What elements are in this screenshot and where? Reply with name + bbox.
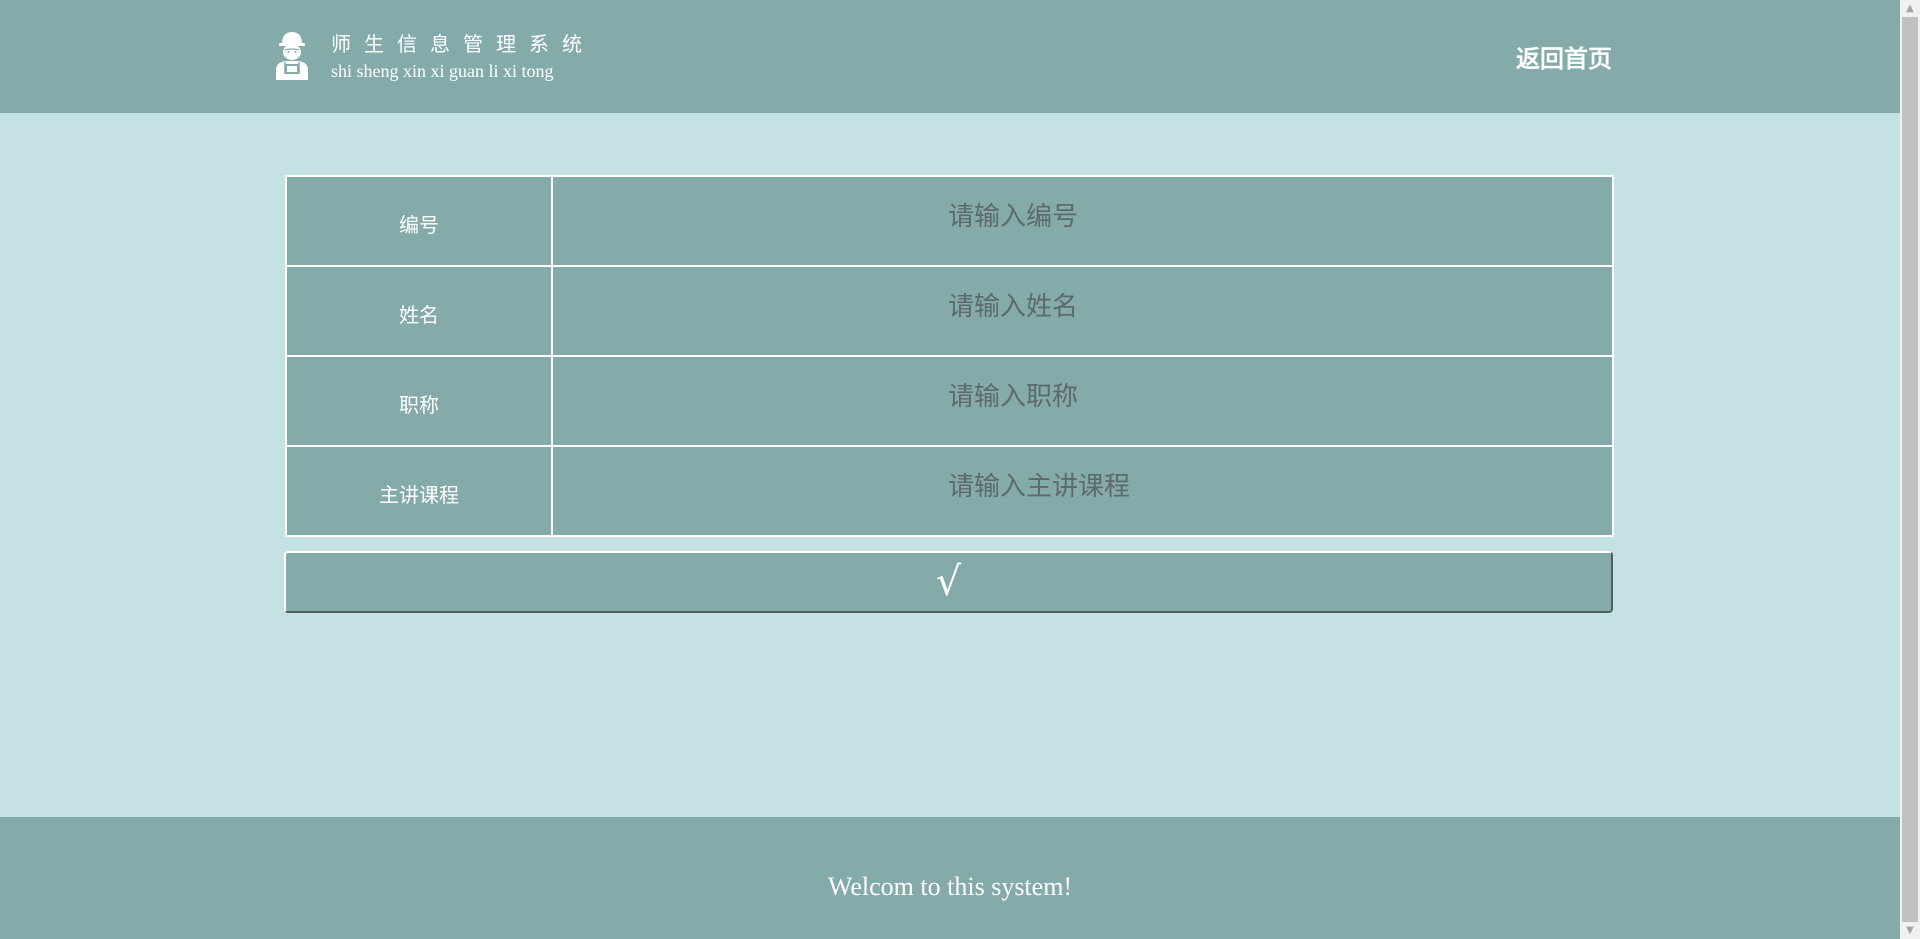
id-input[interactable] (553, 177, 1612, 265)
course-input[interactable] (553, 447, 1612, 535)
vertical-scrollbar[interactable]: ▲ ▼ (1900, 0, 1920, 939)
form-row-course: 主讲课程 (287, 447, 1612, 535)
app-subtitle: shi sheng xin xi guan li xi tong (331, 61, 554, 81)
field-label: 姓名 (287, 267, 553, 355)
field-label: 职称 (287, 357, 553, 445)
form-row-id: 编号 (287, 177, 1612, 267)
form-row-name: 姓名 (287, 267, 1612, 357)
form-row-title: 职称 (287, 357, 1612, 447)
page: 师生信息管理系统 shi sheng xin xi guan li xi ton… (0, 0, 1920, 939)
name-input[interactable] (553, 267, 1612, 355)
input-cell (553, 357, 1612, 445)
app-title: 师生信息管理系统 (331, 32, 595, 56)
submit-button[interactable]: √ (284, 551, 1613, 613)
input-cell (553, 177, 1612, 265)
scroll-thumb[interactable] (1902, 17, 1918, 922)
footer: Welcom to this system! (0, 817, 1900, 939)
scroll-up-icon[interactable]: ▲ (1900, 0, 1920, 17)
field-label: 主讲课程 (287, 447, 553, 535)
job-title-input[interactable] (553, 357, 1612, 445)
input-cell (553, 447, 1612, 535)
input-cell (553, 267, 1612, 355)
form-table: 编号 姓名 职称 主讲课程 (285, 175, 1614, 537)
user-worker-icon (276, 32, 308, 80)
home-link[interactable]: 返回首页 (1516, 39, 1612, 74)
field-label: 编号 (287, 177, 553, 265)
footer-text: Welcom to this system! (827, 872, 1073, 901)
header: 师生信息管理系统 shi sheng xin xi guan li xi ton… (0, 0, 1900, 113)
scroll-down-icon[interactable]: ▼ (1900, 922, 1920, 939)
viewport: 师生信息管理系统 shi sheng xin xi guan li xi ton… (0, 0, 1900, 939)
